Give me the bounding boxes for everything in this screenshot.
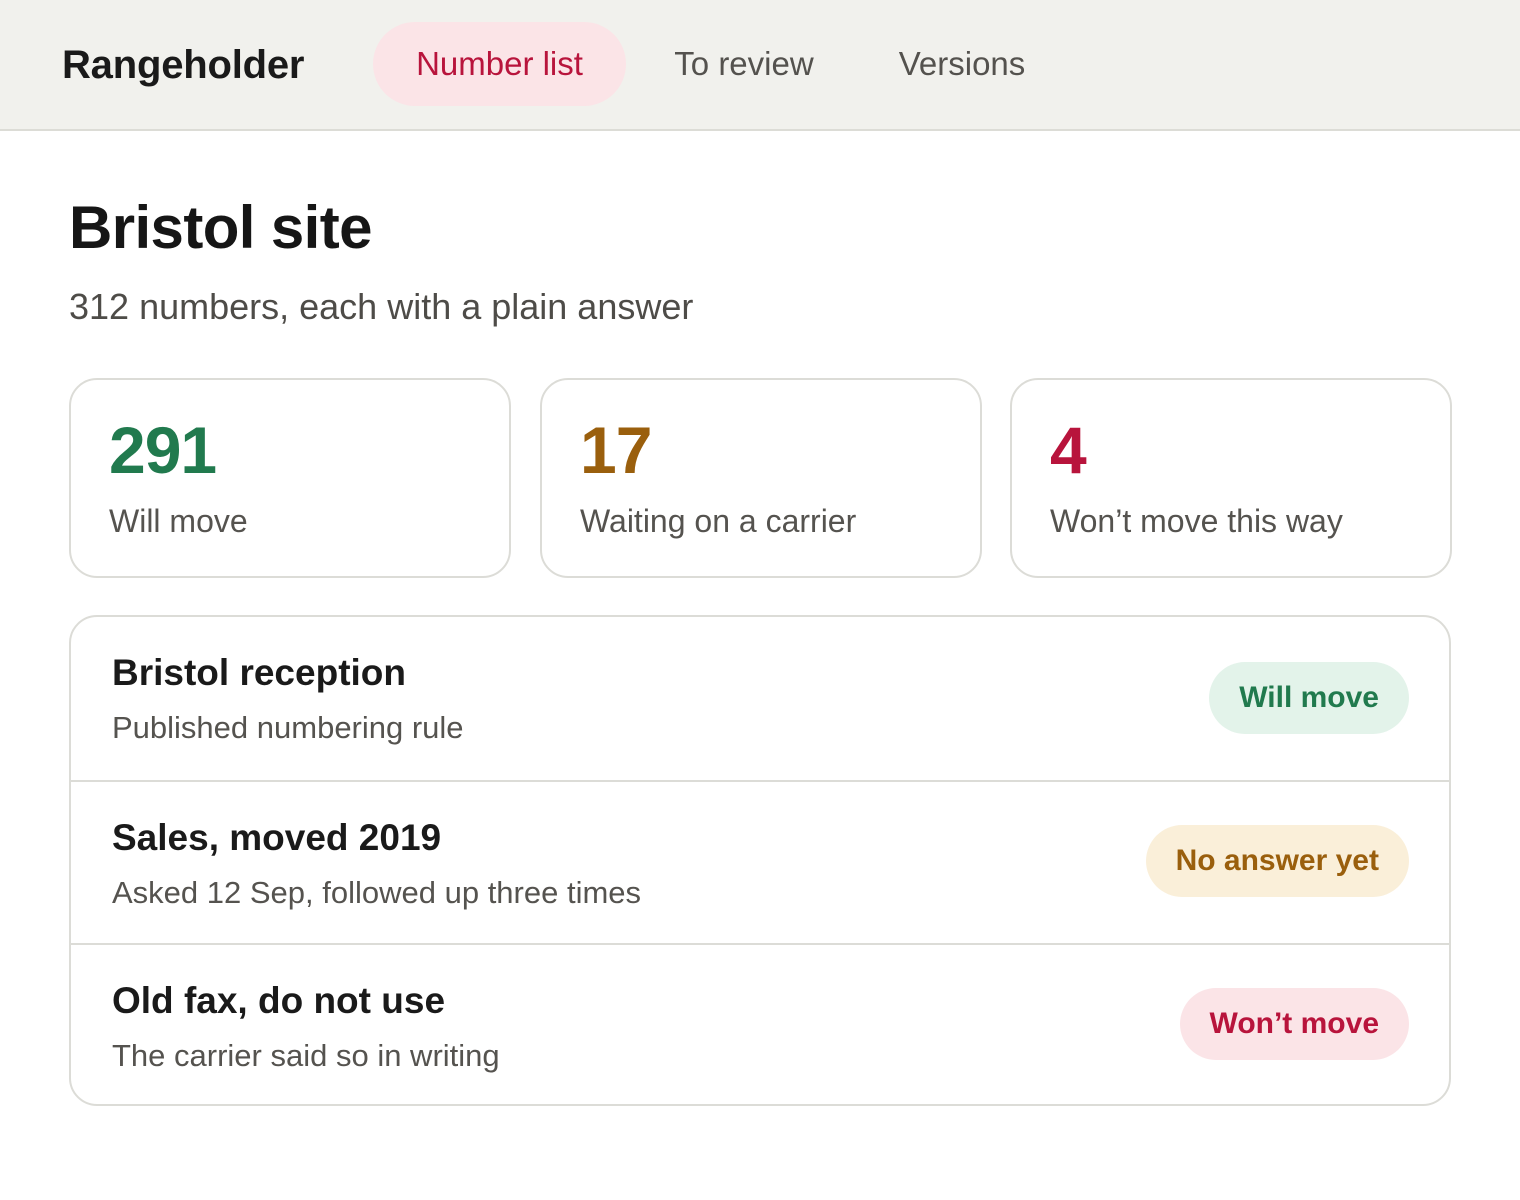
summary-count: 291 xyxy=(109,413,217,487)
status-badge: No answer yet xyxy=(1145,825,1409,897)
summary-label: Waiting on a carrier xyxy=(580,503,857,539)
list-item[interactable]: Sales, moved 2019 Asked 12 Sep, followed… xyxy=(71,780,1449,943)
tab-number-list[interactable]: Number list xyxy=(373,22,626,106)
status-badge: Won’t move xyxy=(1179,988,1409,1060)
number-note: The carrier said so in writing xyxy=(112,1038,500,1073)
number-name: Sales, moved 2019 xyxy=(112,817,442,858)
tab-versions[interactable]: Versions xyxy=(868,22,1056,106)
status-badge: Will move xyxy=(1209,662,1409,734)
list-item[interactable]: Old fax, do not use The carrier said so … xyxy=(71,943,1449,1104)
number-note: Published numbering rule xyxy=(112,710,464,745)
summary-card-waiting: 17 Waiting on a carrier xyxy=(540,378,982,578)
page-title: Bristol site xyxy=(69,194,372,261)
number-list: Bristol reception Published numbering ru… xyxy=(69,615,1451,1106)
number-name: Bristol reception xyxy=(112,652,406,693)
list-item[interactable]: Bristol reception Published numbering ru… xyxy=(71,617,1449,780)
summary-label: Will move xyxy=(109,503,248,539)
app-name: Rangeholder xyxy=(62,43,305,87)
summary-label: Won’t move this way xyxy=(1050,503,1343,539)
summary-card-wont-move: 4 Won’t move this way xyxy=(1010,378,1452,578)
tab-to-review[interactable]: To review xyxy=(646,22,842,106)
number-note: Asked 12 Sep, followed up three times xyxy=(112,875,642,910)
summary-card-will-move: 291 Will move xyxy=(69,378,511,578)
top-navigation-bar: Rangeholder Number list To review Versio… xyxy=(0,0,1520,131)
number-name: Old fax, do not use xyxy=(112,980,446,1021)
summary-count: 17 xyxy=(580,413,652,487)
summary-count: 4 xyxy=(1050,413,1087,487)
page-subtitle: 312 numbers, each with a plain answer xyxy=(69,286,694,327)
